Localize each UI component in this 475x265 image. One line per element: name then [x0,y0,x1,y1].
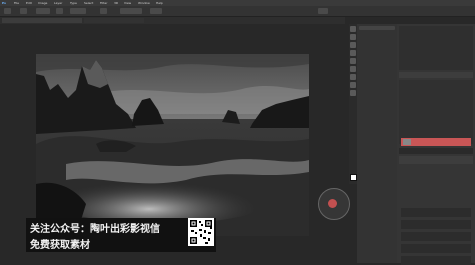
layer-row-active[interactable] [401,138,471,146]
brush-tool-icon[interactable] [350,58,356,64]
zoom-tool-icon[interactable] [350,90,356,96]
document-tab[interactable] [84,18,144,23]
app-logo[interactable]: Ps [2,1,6,5]
layer-thumbnail [403,139,411,145]
menu-help[interactable]: Help [156,1,163,5]
channel-row[interactable] [401,220,471,229]
marquee-tool-icon[interactable] [350,34,356,40]
canvas-image[interactable] [36,54,309,236]
menu-type[interactable]: Type [70,1,77,5]
lasso-tool-icon[interactable] [350,42,356,48]
channel-row[interactable] [401,256,471,265]
menu-window[interactable]: Window [138,1,150,5]
watermark-line-1: 关注公众号：陶叶出彩影视信 [30,224,160,235]
channel-row[interactable] [401,244,471,253]
option-button[interactable] [36,8,50,14]
text-tool-icon[interactable] [350,74,356,80]
brush-cursor-center [328,199,337,208]
menu-select[interactable]: Select [84,1,93,5]
option-button[interactable] [70,8,86,14]
right-panels [397,24,475,265]
menu-image[interactable]: Image [38,1,47,5]
channel-row[interactable] [401,232,471,241]
workspace-switcher[interactable] [318,8,328,14]
panel-icon[interactable] [359,26,395,30]
eraser-tool-icon[interactable] [350,66,356,72]
document-tabs [0,17,345,24]
qr-code [188,218,214,246]
menu-3d[interactable]: 3D [114,1,118,5]
tool-preset-button[interactable] [4,8,11,14]
menu-file[interactable]: File [14,1,19,5]
swatches-panel [357,24,397,263]
menu-filter[interactable]: Filter [100,1,107,5]
foreground-color-swatch[interactable] [350,174,357,181]
channel-row[interactable] [401,208,471,217]
menu-edit[interactable]: Edit [26,1,32,5]
channels-panel [399,156,473,164]
color-panel [399,26,473,70]
crop-tool-icon[interactable] [350,50,356,56]
option-button[interactable] [150,8,162,14]
option-button[interactable] [56,8,63,14]
menu-view[interactable]: View [124,1,131,5]
window-controls[interactable] [451,1,471,5]
hand-tool-icon[interactable] [350,82,356,88]
document-tab[interactable] [2,18,82,23]
option-button[interactable] [120,8,142,14]
move-tool-icon[interactable] [350,26,356,32]
layers-footer-buttons[interactable] [399,148,473,154]
watermark-line-2: 免费获取素材 [30,240,90,251]
option-button[interactable] [20,8,27,14]
tools-panel [349,24,357,184]
panel-tab-row[interactable] [399,72,473,78]
option-button[interactable] [100,8,107,14]
menu-layer[interactable]: Layer [54,1,62,5]
layers-panel [399,80,473,144]
